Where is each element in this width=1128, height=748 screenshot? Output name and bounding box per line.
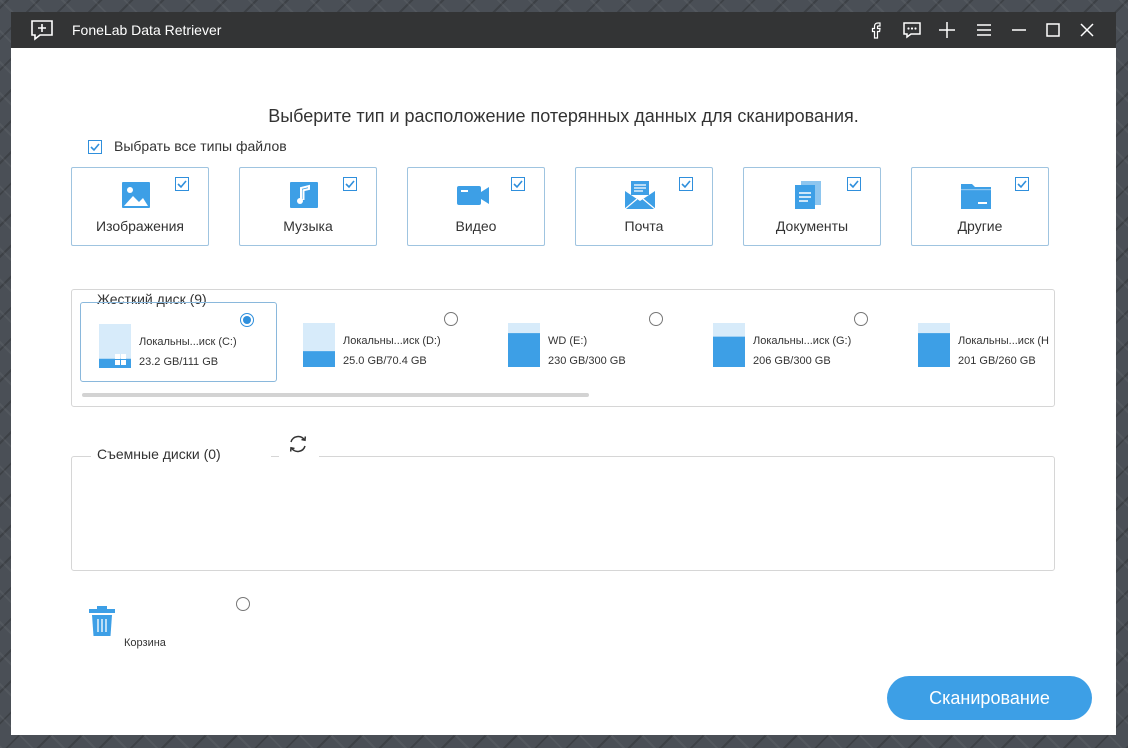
checkbox-checked-icon bbox=[88, 140, 102, 154]
checkbox-checked-icon[interactable] bbox=[343, 177, 357, 191]
drives-horizontal-scrollbar[interactable] bbox=[82, 393, 589, 397]
feedback-icon bbox=[903, 22, 921, 39]
image-icon bbox=[120, 180, 152, 210]
drive-radio[interactable] bbox=[854, 312, 868, 326]
facebook-icon bbox=[871, 22, 881, 39]
recycle-bin-radio[interactable] bbox=[236, 597, 250, 611]
close-icon bbox=[1080, 23, 1094, 37]
scan-button[interactable]: Сканирование bbox=[887, 676, 1092, 720]
drive-usage-fill bbox=[918, 333, 950, 367]
drive-size: 23.2 GB/111 GB bbox=[139, 356, 219, 368]
drive-icon bbox=[918, 323, 950, 367]
folder-icon bbox=[960, 180, 992, 210]
file-type-label: Изображения bbox=[96, 218, 184, 234]
menu-button[interactable] bbox=[971, 18, 997, 42]
drive-name: WD (E:) bbox=[548, 335, 588, 347]
drive-usage-fill bbox=[508, 333, 540, 367]
mail-icon bbox=[624, 180, 656, 210]
drive-icon bbox=[303, 323, 335, 367]
app-title: FoneLab Data Retriever bbox=[72, 22, 222, 38]
music-icon bbox=[288, 180, 320, 210]
main-content: Выберите тип и расположение потерянных д… bbox=[11, 48, 1116, 735]
checkbox-checked-icon[interactable] bbox=[175, 177, 189, 191]
drive-item-h[interactable]: Локальны...иск (H 201 GB/260 GB bbox=[900, 302, 1050, 382]
drive-name: Локальны...иск (G:) bbox=[753, 335, 852, 347]
menu-icon bbox=[977, 24, 991, 36]
maximize-icon bbox=[1046, 23, 1060, 37]
removable-disks-group bbox=[71, 456, 1055, 571]
drive-size: 230 GB/300 GB bbox=[548, 355, 626, 367]
title-bar: FoneLab Data Retriever bbox=[11, 12, 1116, 48]
refresh-icon bbox=[289, 435, 307, 453]
minimize-button[interactable] bbox=[1006, 18, 1032, 42]
drive-size: 201 GB/260 GB bbox=[958, 355, 1036, 367]
drive-radio[interactable] bbox=[444, 312, 458, 326]
file-type-music[interactable]: Музыка bbox=[239, 167, 377, 246]
close-button[interactable] bbox=[1074, 18, 1100, 42]
file-type-video[interactable]: Видео bbox=[407, 167, 545, 246]
drive-name: Локальны...иск (H bbox=[958, 335, 1049, 347]
drive-name: Локальны...иск (C:) bbox=[139, 336, 237, 348]
file-type-documents[interactable]: Документы bbox=[743, 167, 881, 246]
file-type-label: Музыка bbox=[283, 218, 333, 234]
recycle-bin-label: Корзина bbox=[124, 637, 166, 649]
drive-icon bbox=[99, 324, 131, 368]
drive-radio[interactable] bbox=[240, 313, 254, 327]
trash-icon bbox=[89, 606, 115, 636]
checkbox-checked-icon[interactable] bbox=[847, 177, 861, 191]
drive-usage-fill bbox=[303, 351, 335, 367]
checkbox-checked-icon[interactable] bbox=[1015, 177, 1029, 191]
drive-name: Локальны...иск (D:) bbox=[343, 335, 441, 347]
file-type-label: Видео bbox=[455, 218, 497, 234]
drive-icon bbox=[508, 323, 540, 367]
maximize-button[interactable] bbox=[1040, 18, 1066, 42]
file-type-label: Почта bbox=[624, 218, 664, 234]
file-type-mail[interactable]: Почта bbox=[575, 167, 713, 246]
file-type-other[interactable]: Другие bbox=[911, 167, 1049, 246]
page-heading: Выберите тип и расположение потерянных д… bbox=[268, 106, 859, 126]
feedback-button[interactable] bbox=[899, 18, 925, 42]
removable-disks-title: Съемные диски (0) bbox=[91, 446, 271, 462]
app-window: FoneLab Data Retriever Выберите тип и ра… bbox=[11, 12, 1116, 735]
file-type-images[interactable]: Изображения bbox=[71, 167, 209, 246]
drive-item-d[interactable]: Локальны...иск (D:) 25.0 GB/70.4 GB bbox=[285, 302, 482, 382]
drive-usage-fill bbox=[713, 336, 745, 367]
drive-size: 25.0 GB/70.4 GB bbox=[343, 355, 427, 367]
checkbox-checked-icon[interactable] bbox=[511, 177, 525, 191]
file-type-label: Другие bbox=[957, 218, 1003, 234]
video-icon bbox=[456, 180, 489, 210]
drive-icon bbox=[713, 323, 745, 367]
minimize-icon bbox=[1012, 29, 1026, 31]
drive-item-g[interactable]: Локальны...иск (G:) 206 GB/300 GB bbox=[695, 302, 892, 382]
drive-item-e[interactable]: WD (E:) 230 GB/300 GB bbox=[490, 302, 687, 382]
facebook-button[interactable] bbox=[863, 18, 889, 42]
plus-icon bbox=[939, 22, 955, 38]
app-logo-icon bbox=[29, 18, 55, 42]
drive-item-c[interactable]: Локальны...иск (C:) 23.2 GB/111 GB bbox=[80, 302, 277, 382]
refresh-button[interactable] bbox=[287, 433, 309, 455]
file-type-label: Документы bbox=[775, 218, 849, 234]
drive-radio[interactable] bbox=[649, 312, 663, 326]
checkbox-checked-icon[interactable] bbox=[679, 177, 693, 191]
add-button[interactable] bbox=[934, 18, 960, 42]
drive-size: 206 GB/300 GB bbox=[753, 355, 831, 367]
select-all-label: Выбрать все типы файлов bbox=[114, 138, 287, 154]
document-icon bbox=[792, 180, 824, 210]
